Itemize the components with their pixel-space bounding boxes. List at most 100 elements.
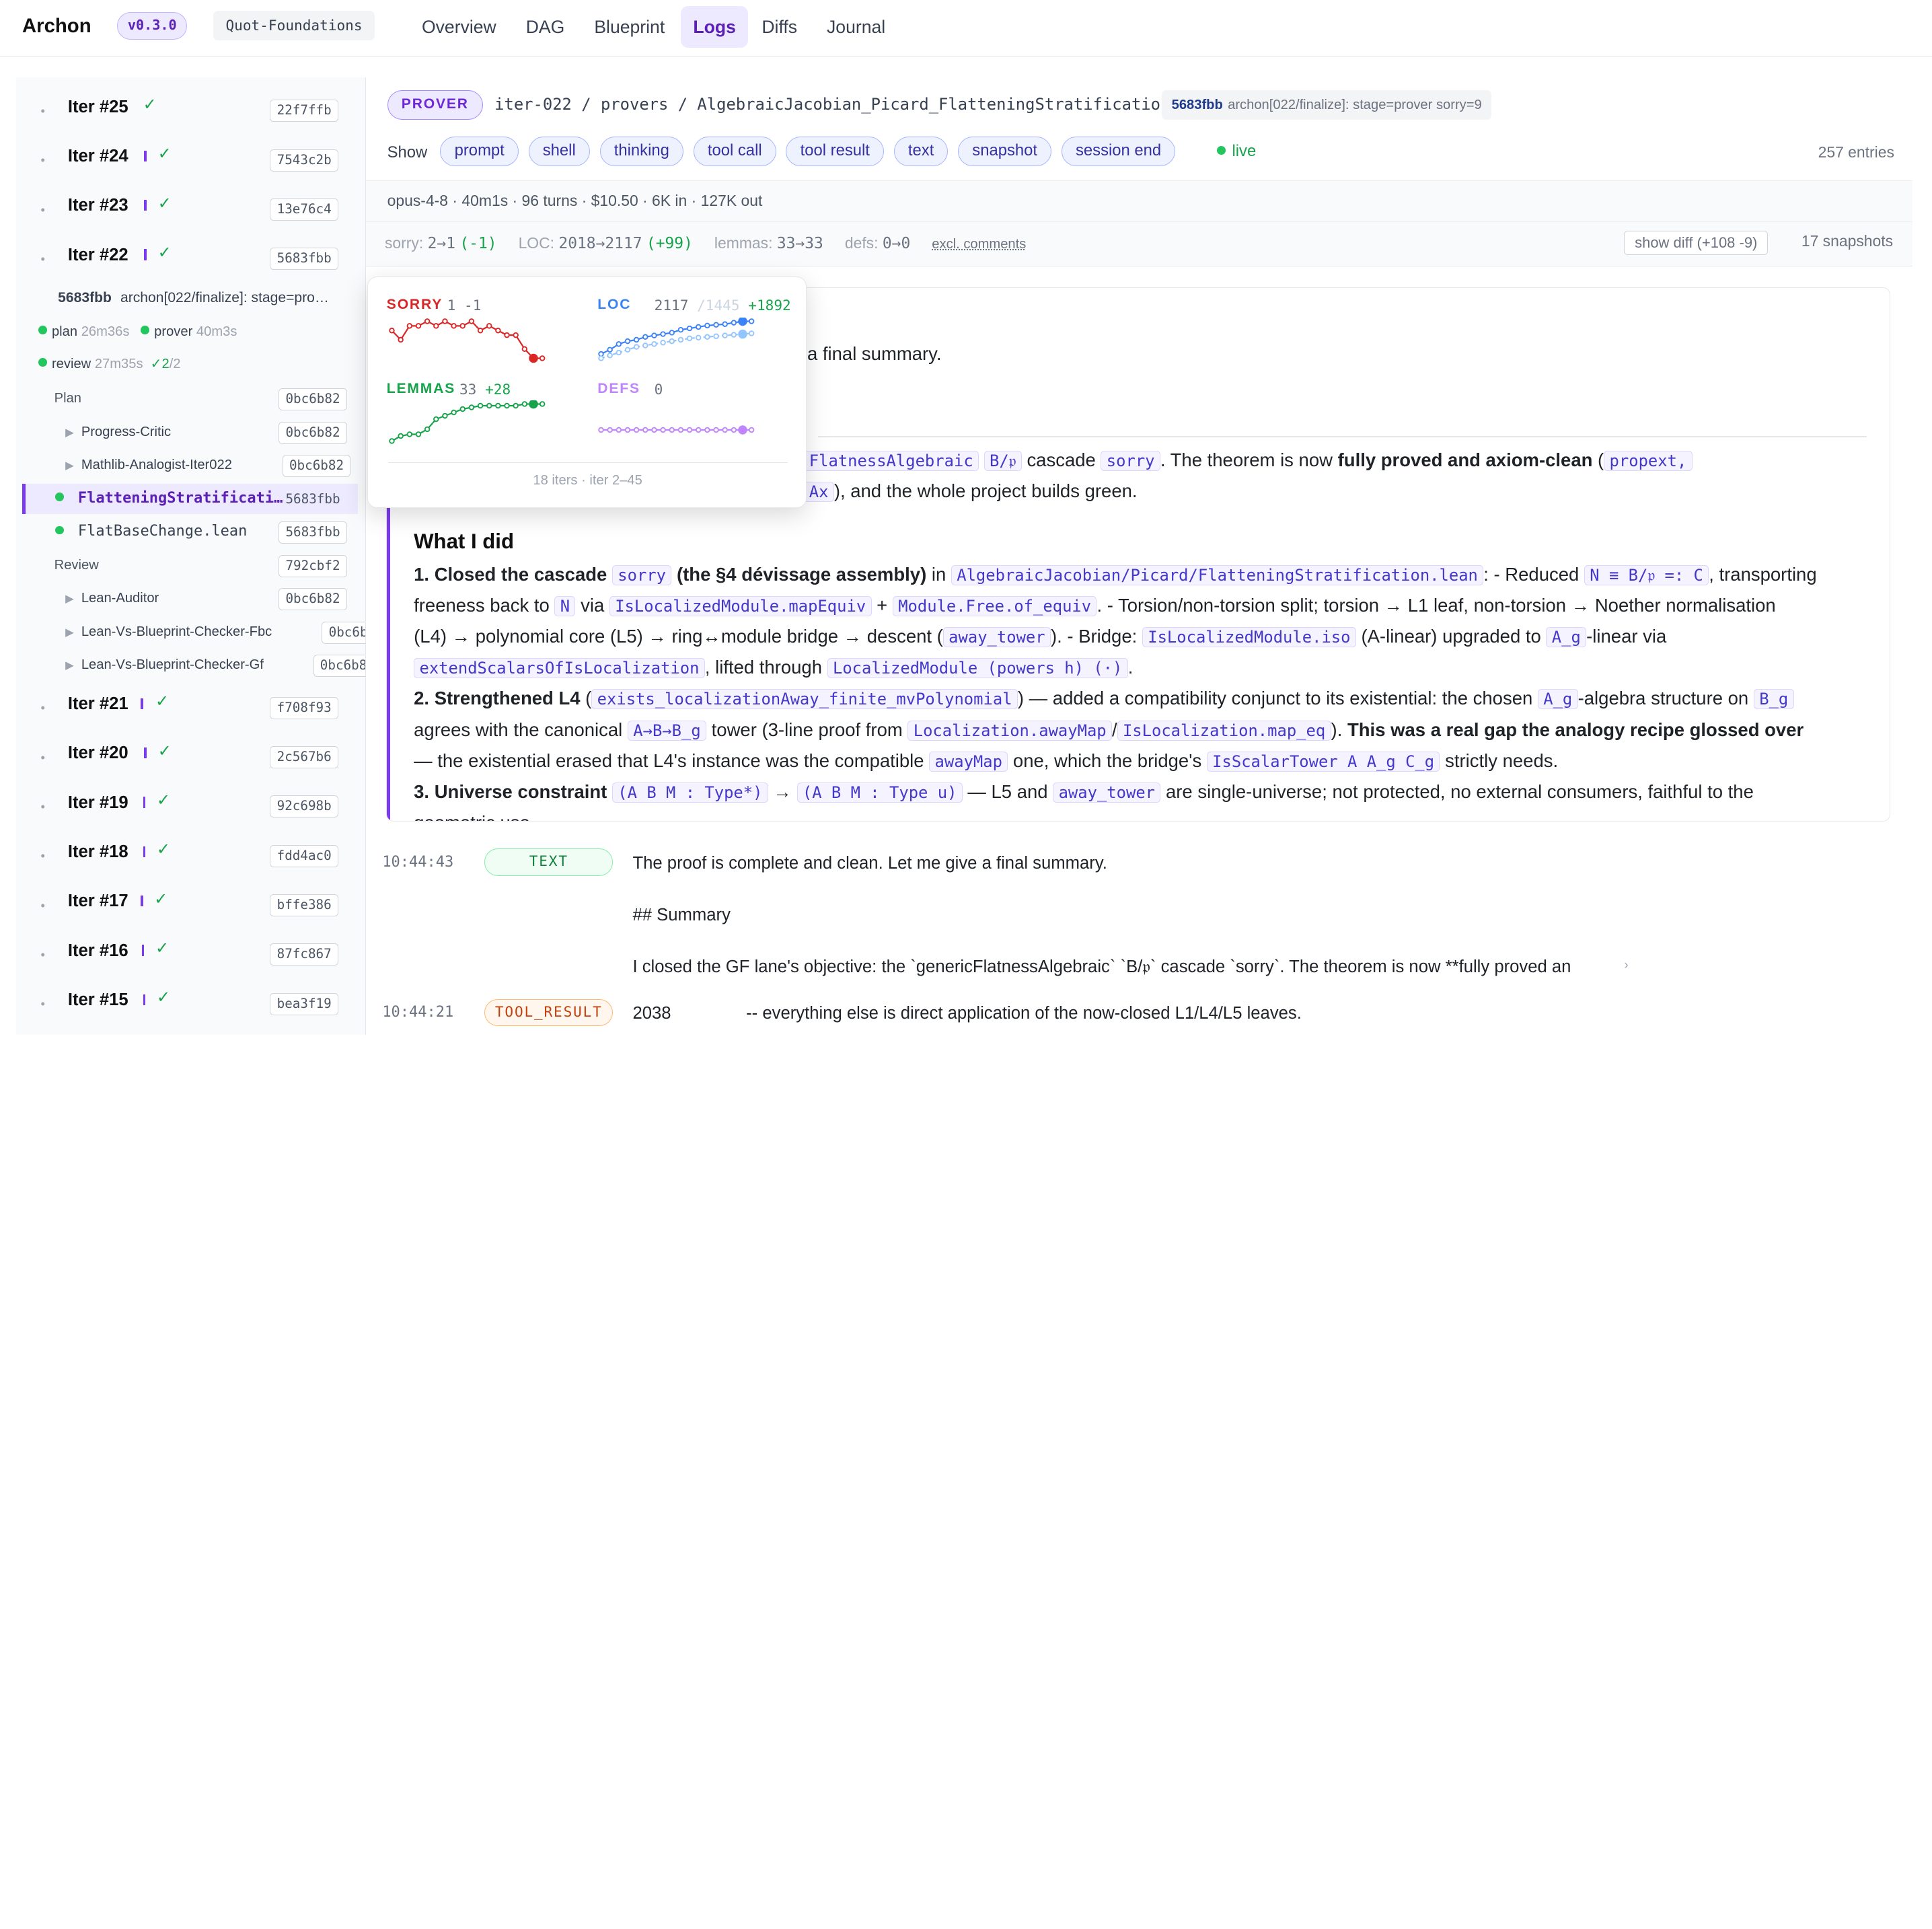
sidebar-iter-23[interactable]: • Iter #23 ✓ 13e76c4 xyxy=(16,185,366,234)
lemmas-point xyxy=(451,409,457,416)
plan-label: plan xyxy=(51,324,78,340)
text-span: — the existential erased that L4's insta… xyxy=(414,750,930,772)
text-span: agrees with the canonical xyxy=(414,719,628,741)
delta: +28 xyxy=(485,380,511,398)
iter-hash: bea3f19 xyxy=(270,992,338,1015)
sidebar-iter-22[interactable]: • Iter #22 ✓ 5683fbb xyxy=(16,234,366,283)
item-hash: 0bc6b82 xyxy=(313,655,366,678)
defs-point xyxy=(669,427,675,433)
sidebar-iter-17[interactable]: • Iter #17 ✓ bffe386 xyxy=(16,881,366,930)
tab-blueprint[interactable]: Blueprint xyxy=(582,6,677,48)
loc-point xyxy=(625,338,631,344)
code-span: IsLocalizedModule.mapEquiv xyxy=(609,596,872,617)
sidebar-iter-20[interactable]: • Iter #20 ✓ 2c567b6 xyxy=(16,733,366,782)
tab-overview[interactable]: Overview xyxy=(410,6,509,48)
item-label: Mathlib-Analogist-Iter022 xyxy=(81,458,232,473)
commit-row[interactable]: 5683fbb archon[022/finalize]: stage=pro… xyxy=(58,290,329,306)
sorry-sparkline xyxy=(388,318,546,363)
sidebar-iter-16[interactable]: • Iter #16 ✓ 87fc867 xyxy=(16,930,366,979)
sorry-point xyxy=(468,318,474,324)
code-span: B/𝔭 xyxy=(983,450,1022,471)
text-span: ). xyxy=(1331,719,1347,741)
lemmas-point xyxy=(433,416,439,423)
code-span: LocalizedModule (powers h) (·) xyxy=(827,657,1128,678)
loc-prev-point xyxy=(722,332,729,339)
filter-tool-call[interactable]: tool call xyxy=(693,137,776,167)
filter-prompt[interactable]: prompt xyxy=(440,137,519,167)
activity-bar xyxy=(143,846,146,858)
lemmas-label: lemmas: xyxy=(714,233,773,252)
sorry-point xyxy=(459,323,466,329)
log-text-line: The proof is complete and clean. Let me … xyxy=(632,853,1107,873)
commit-hash: 5683fbb xyxy=(58,289,112,305)
sidebar-iter-24[interactable]: • Iter #24 ✓ 7543c2b xyxy=(16,136,366,185)
value: 1 -1 xyxy=(447,296,482,314)
code-span: A_g xyxy=(1546,627,1587,648)
iter-label: Iter #15 xyxy=(67,990,128,1010)
iter-label: Iter #19 xyxy=(67,793,128,812)
review-total: /2 xyxy=(169,356,181,371)
live-indicator[interactable]: live xyxy=(1217,142,1256,161)
tab-logs[interactable]: Logs xyxy=(681,6,749,48)
tab-diffs[interactable]: Diffs xyxy=(749,6,809,48)
commit-pill[interactable]: 5683fbb archon[022/finalize]: stage=prove… xyxy=(1161,89,1492,120)
exclude-comments-toggle[interactable]: excl. comments xyxy=(932,237,1026,252)
plan-item-mathlib-analogist[interactable]: ▶ Mathlib-Analogist-Iter022 xyxy=(65,458,232,473)
plan-section-label[interactable]: Plan xyxy=(54,391,81,406)
bold-span: This was a real gap the analogy recipe g… xyxy=(1347,719,1804,741)
item-label: Lean-Auditor xyxy=(81,591,159,606)
card-p2: freeness back to N via IsLocalizedModule… xyxy=(414,590,1776,622)
loc-sparkline xyxy=(598,318,755,361)
iter-label: Iter #22 xyxy=(67,245,128,264)
loc-point xyxy=(677,327,684,333)
status-dot xyxy=(55,493,65,501)
sidebar-iter-18[interactable]: • Iter #18 ✓ fdd4ac0 xyxy=(16,832,366,881)
sorry-point xyxy=(539,355,546,361)
popover-footer: 18 iters · iter 2–45 xyxy=(533,473,642,488)
tab-dag[interactable]: DAG xyxy=(513,6,577,48)
filter-thinking[interactable]: thinking xyxy=(599,137,684,167)
file-flatbasechange[interactable]: FlatBaseChange.lean xyxy=(55,523,247,540)
sidebar-iter-25[interactable]: • Iter #25 ✓ 22f7ffb xyxy=(16,86,366,135)
expand-icon[interactable]: › xyxy=(1624,957,1628,972)
iter-label: Iter #23 xyxy=(67,196,128,215)
check-icon: ✓ xyxy=(156,988,170,1007)
filter-shell[interactable]: shell xyxy=(528,137,590,167)
sidebar-iter-19[interactable]: • Iter #19 ✓ 92c698b xyxy=(16,782,366,831)
code-span: away_tower xyxy=(1053,782,1161,803)
chevron-icon: • xyxy=(40,700,45,715)
show-diff-button[interactable]: show diff (+108 -9) xyxy=(1624,230,1769,256)
chevron-icon: • xyxy=(40,898,45,912)
review-item-lean-auditor[interactable]: ▶ Lean-Auditor xyxy=(65,591,159,606)
check-icon: ✓ xyxy=(157,244,172,262)
defs-point xyxy=(731,427,737,433)
review-item-checker-fbc[interactable]: ▶ Lean-Vs-Blueprint-Checker-Fbc xyxy=(65,624,272,640)
filter-text[interactable]: text xyxy=(893,137,949,167)
review-item-checker-gf[interactable]: ▶ Lean-Vs-Blueprint-Checker-Gf xyxy=(65,657,264,673)
iter-hash: 87fc867 xyxy=(270,943,338,966)
defs-sparkline xyxy=(598,425,755,435)
sidebar-iter-15[interactable]: • Iter #15 ✓ bea3f19 xyxy=(16,980,366,1029)
file-flattening[interactable]: FlatteningStratificati… xyxy=(55,490,283,507)
filter-session-end[interactable]: session end xyxy=(1061,137,1176,167)
caret-right-icon: ▶ xyxy=(65,659,74,672)
filter-tool-result[interactable]: tool result xyxy=(786,137,885,167)
code-span: Ax xyxy=(803,481,834,502)
check-icon: ✓ xyxy=(156,791,170,810)
sorry-point xyxy=(415,323,421,329)
sorry-value: 1 -1 xyxy=(447,297,482,314)
plan-item-progress-critic[interactable]: ▶ Progress-Critic xyxy=(65,425,171,440)
loc-point xyxy=(749,318,755,324)
activity-bar xyxy=(143,994,146,1006)
tab-journal[interactable]: Journal xyxy=(815,6,898,48)
text-span: via xyxy=(575,595,609,616)
defs-point xyxy=(738,425,748,435)
project-selector[interactable]: Quot-Foundations xyxy=(213,11,375,41)
sidebar-iter-21[interactable]: • Iter #21 ✓ f708f93 xyxy=(16,684,366,733)
filter-snapshot[interactable]: snapshot xyxy=(958,137,1052,167)
code-span: Module.Free.of_equiv xyxy=(892,596,1097,617)
loc-point xyxy=(607,347,614,353)
loc-point xyxy=(669,330,675,336)
review-section-label[interactable]: Review xyxy=(54,558,99,573)
text-span: : - Reduced xyxy=(1483,564,1584,585)
